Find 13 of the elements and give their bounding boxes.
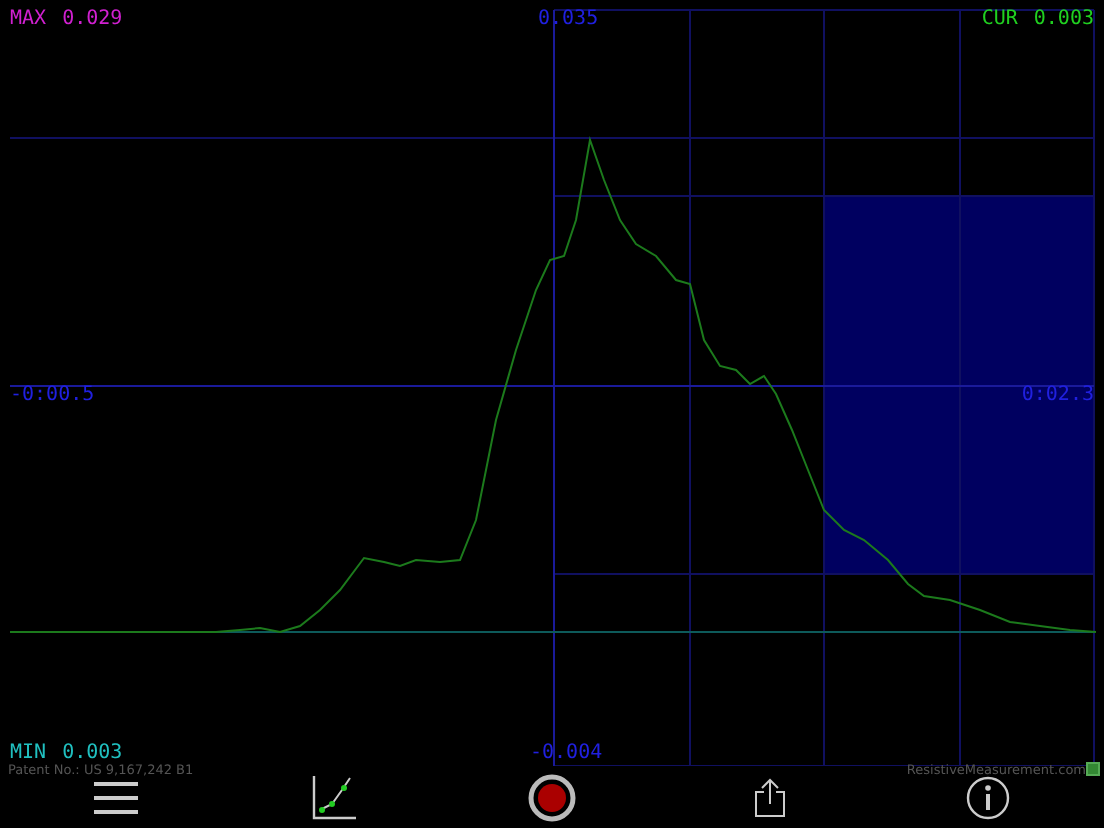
axis-label: -0:00.5: [10, 384, 95, 408]
readout-label: MAX: [10, 8, 47, 32]
axis-label: 0:02.3: [1021, 384, 1094, 408]
readout-label: MIN: [10, 742, 47, 764]
readout-value: 0.003: [62, 742, 123, 764]
readout-value: 0.003: [1033, 8, 1094, 32]
line-chart-icon[interactable]: [312, 775, 357, 819]
share-icon[interactable]: [753, 777, 786, 817]
menu-icon[interactable]: [94, 779, 139, 815]
info-icon[interactable]: [965, 775, 1010, 819]
readout-value: 0.029: [62, 8, 123, 32]
readout-label: CUR: [981, 8, 1018, 32]
record-button[interactable]: [527, 773, 576, 821]
